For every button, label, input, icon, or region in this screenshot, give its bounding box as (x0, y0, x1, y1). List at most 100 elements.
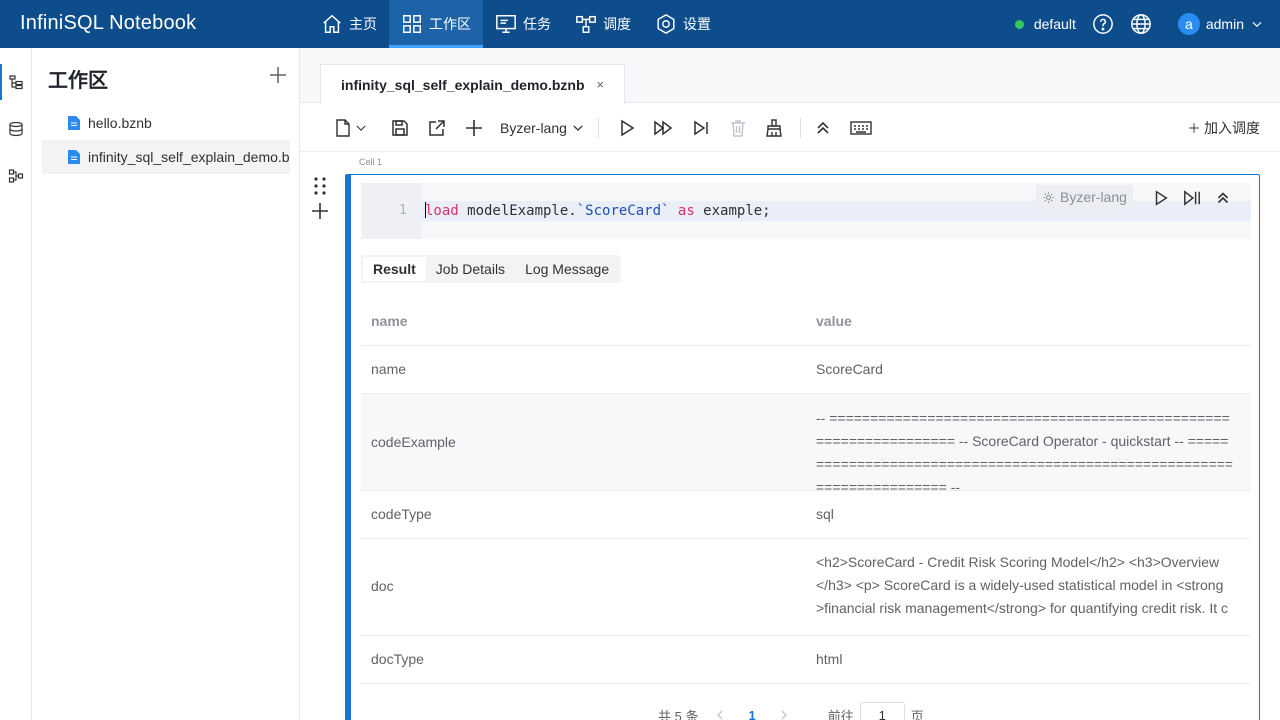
nav-workspace-label: 工作区 (429, 16, 471, 32)
run-all-button[interactable] (652, 117, 674, 139)
notebook-cell[interactable]: 1 load modelExample.`ScoreCard` as examp… (345, 174, 1260, 720)
drag-handle-icon[interactable] (312, 176, 328, 196)
page-number-input[interactable]: 1 (859, 702, 905, 720)
cell-value: html (816, 651, 843, 667)
cell-language-label: Byzer-lang (1060, 189, 1127, 205)
line-number: 1 (399, 203, 407, 218)
result-tabs: Result Job Details Log Message (361, 255, 622, 283)
editor-tabstrip: infinity_sql_self_explain_demo.bznb × (300, 48, 1280, 104)
rail-files[interactable] (0, 62, 32, 102)
main-nav: 主页 工作区 任务 调度 设置 (309, 0, 723, 48)
pagination-total: 共 5 条 (658, 708, 699, 720)
save-button[interactable] (389, 117, 411, 139)
file-panel-title: 工作区 (48, 70, 108, 92)
table-header-row: name value (361, 298, 1251, 346)
home-icon (323, 14, 341, 33)
chevron-left-icon[interactable] (714, 709, 726, 720)
nav-settings[interactable]: 设置 (643, 0, 723, 48)
cell-language-badge[interactable]: Byzer-lang (1036, 185, 1133, 209)
code-text: example; (694, 203, 771, 219)
grid-icon (403, 15, 421, 33)
chevron-down-icon[interactable] (1250, 17, 1264, 31)
pagination-goto-label: 前往 (827, 708, 854, 720)
run-below-icon[interactable] (1183, 189, 1201, 207)
code-identifier: `ScoreCard` (576, 203, 670, 219)
left-rail (0, 48, 32, 720)
nav-schedule[interactable]: 调度 (563, 0, 643, 48)
cell-name: codeType (371, 506, 432, 522)
chevron-right-icon[interactable] (778, 709, 790, 720)
fast-forward-icon (654, 120, 673, 136)
skip-forward-icon (694, 120, 708, 136)
plus-icon[interactable] (268, 65, 288, 85)
main-area: infinity_sql_self_explain_demo.bznb × By… (300, 48, 1280, 720)
rail-database[interactable] (0, 109, 32, 149)
code-editor[interactable]: 1 load modelExample.`ScoreCard` as examp… (361, 183, 1251, 239)
rail-lineage[interactable] (0, 156, 32, 196)
nav-workspace[interactable]: 工作区 (389, 0, 483, 48)
add-schedule-label: 加入调度 (1204, 120, 1260, 136)
plus-icon (466, 120, 482, 136)
chevrons-up-icon (817, 121, 829, 134)
file-name: infinity_sql_self_explain_demo.bznb (88, 149, 290, 165)
new-file-button[interactable] (332, 117, 354, 139)
environment-label[interactable]: default (1034, 16, 1076, 32)
toolbar-divider (598, 118, 599, 138)
add-cell-button[interactable] (463, 117, 485, 139)
nav-schedule-label: 调度 (603, 16, 631, 32)
code-keyword: as (677, 203, 695, 219)
add-to-schedule-button[interactable]: 加入调度 (1188, 118, 1260, 138)
nav-settings-label: 设置 (683, 16, 711, 32)
trash-icon (731, 120, 745, 137)
tab-job-details[interactable]: Job Details (426, 257, 515, 281)
pagination-current-page[interactable]: 1 (748, 708, 755, 720)
notebook-toolbar: Byzer-lang 加入调度 (300, 104, 1280, 152)
database-icon (9, 121, 23, 137)
new-file-dropdown[interactable] (352, 117, 370, 139)
file-item[interactable]: hello.bznb (42, 106, 290, 140)
language-select[interactable]: Byzer-lang (500, 118, 585, 138)
header-right: default a admin (1014, 0, 1280, 48)
column-header: value (816, 313, 852, 329)
nav-home[interactable]: 主页 (309, 0, 389, 48)
file-item-selected[interactable]: infinity_sql_self_explain_demo.bznb (42, 140, 290, 174)
tab-notebook[interactable]: infinity_sql_self_explain_demo.bznb × (320, 64, 625, 104)
cell-name: doc (371, 578, 394, 594)
close-icon[interactable]: × (597, 77, 605, 92)
export-button[interactable] (426, 117, 448, 139)
collapse-all-button[interactable] (812, 117, 834, 139)
pagination: 共 5 条 1 前往 1 页 (658, 702, 924, 720)
file-icon (68, 150, 80, 164)
run-cell-button[interactable] (616, 117, 638, 139)
cell-name: name (371, 361, 407, 377)
add-cell-icon[interactable] (310, 201, 330, 221)
language-select-label: Byzer-lang (500, 120, 567, 136)
gear-icon (1043, 191, 1054, 203)
keyboard-shortcuts-button[interactable] (849, 117, 873, 139)
delete-cell-button[interactable] (727, 117, 749, 139)
run-to-end-button[interactable] (690, 117, 712, 139)
cell-name: codeExample (371, 434, 456, 450)
settings-icon (657, 13, 675, 35)
globe-icon[interactable] (1130, 13, 1152, 35)
play-icon[interactable] (1152, 189, 1170, 207)
status-dot (1014, 19, 1024, 29)
app-title: InfiniSQL Notebook (20, 12, 197, 34)
avatar[interactable]: a (1177, 13, 1200, 35)
code-keyword: load (425, 203, 459, 219)
broom-icon (766, 119, 782, 137)
result-table: name value name ScoreCard codeExample --… (361, 298, 1251, 684)
file-name: hello.bznb (88, 115, 152, 131)
nav-tasks[interactable]: 任务 (483, 0, 563, 48)
nav-home-label: 主页 (349, 16, 377, 32)
clear-output-button[interactable] (763, 117, 785, 139)
toolbar-divider (800, 118, 801, 138)
nav-tasks-label: 任务 (523, 16, 551, 32)
tab-result[interactable]: Result (363, 257, 426, 281)
help-icon[interactable] (1092, 13, 1114, 35)
user-name[interactable]: admin (1206, 16, 1244, 32)
pagination-page-unit: 页 (910, 708, 924, 720)
chevrons-up-icon[interactable] (1214, 189, 1232, 207)
tab-log-message[interactable]: Log Message (515, 257, 619, 281)
